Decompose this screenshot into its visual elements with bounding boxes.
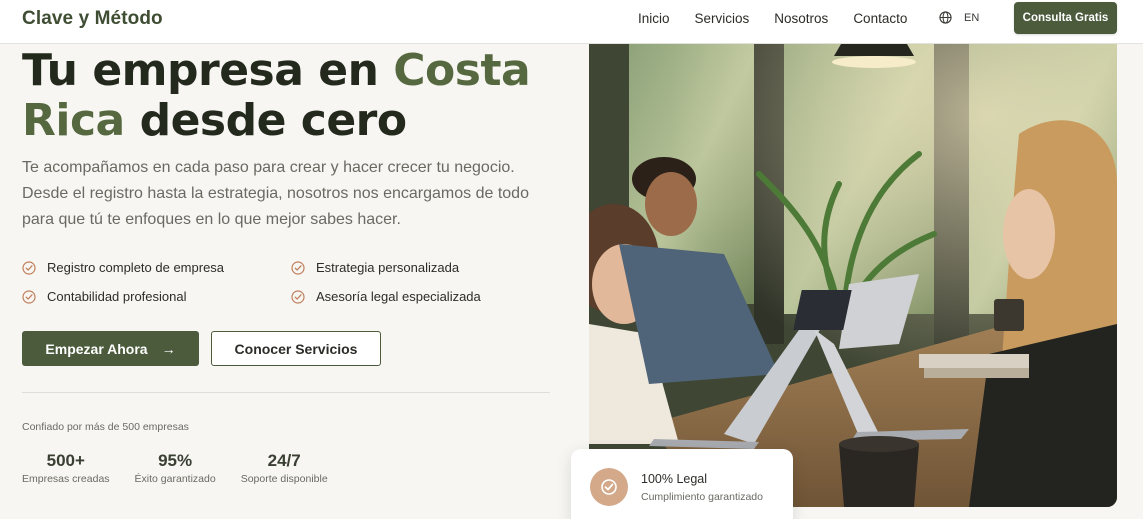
feature-label: Asesoría legal especializada (316, 289, 481, 304)
stat-value: 95% (158, 451, 193, 470)
badge-title: 100% Legal (641, 472, 708, 486)
feature-label: Contabilidad profesional (47, 289, 187, 304)
start-now-button[interactable]: Empezar Ahora → (22, 331, 199, 366)
nav-link-inicio[interactable]: Inicio (638, 12, 670, 26)
main-nav: Inicio Servicios Nosotros Contacto (638, 12, 932, 26)
nav-link-nosotros[interactable]: Nosotros (774, 12, 828, 26)
nav-link-servicios[interactable]: Servicios (695, 12, 750, 26)
stat-value: 500+ (46, 451, 85, 470)
feature-item: Registro completo de empresa (22, 258, 291, 277)
stat-label: Empresas creadas (22, 473, 110, 485)
view-services-button[interactable]: Conocer Servicios (211, 331, 381, 366)
office-scene-illustration (589, 44, 1117, 507)
check-circle-icon (22, 260, 36, 275)
stat-label: Soporte disponible (240, 473, 328, 485)
feature-list: Registro completo de empresa Estrategia … (22, 258, 542, 306)
hero-description: Te acompañamos en cada paso para crear y… (22, 159, 529, 228)
hero-photo (589, 44, 1117, 507)
brand-logo[interactable]: Clave y Método (22, 8, 163, 30)
hero-title-part2: desde cero (124, 95, 408, 146)
globe-icon (939, 11, 952, 24)
stats-row: 500+ Empresas creadas 95% Éxito garantiz… (22, 451, 353, 485)
check-badge-icon (590, 468, 628, 506)
trusted-text: Confiado por más de 500 empresas (22, 421, 189, 433)
stat-item: 500+ Empresas creadas (22, 451, 110, 485)
check-circle-icon (291, 289, 305, 304)
stat-item: 95% Éxito garantizado (135, 451, 216, 485)
badge-subtitle: Cumplimiento garantizado (641, 491, 763, 503)
feature-item: Contabilidad profesional (22, 287, 291, 306)
stat-item: 24/7 Soporte disponible (241, 451, 328, 485)
nav-link-contacto[interactable]: Contacto (853, 12, 907, 26)
site-header: Clave y Método Inicio Servicios Nosotros… (0, 0, 1143, 44)
language-switch[interactable]: EN (939, 11, 979, 24)
hero-title: Tu empresa en Costa Rica desde cero (22, 46, 562, 146)
feature-item: Estrategia personalizada (291, 258, 541, 277)
stat-label: Éxito garantizado (134, 473, 216, 485)
stat-value: 24/7 (267, 451, 301, 470)
feature-label: Estrategia personalizada (316, 260, 460, 275)
check-circle-icon (291, 260, 305, 275)
feature-label: Registro completo de empresa (47, 260, 225, 275)
feature-item: Asesoría legal especializada (291, 287, 541, 306)
hero-title-part1: Tu empresa en (22, 45, 394, 96)
start-now-label: Empezar Ahora (45, 340, 148, 357)
check-circle-icon (22, 289, 36, 304)
divider (22, 392, 550, 393)
language-label: EN (964, 11, 980, 24)
arrow-right-icon: → (161, 340, 176, 357)
legal-badge-card: 100% Legal Cumplimiento garantizado (571, 449, 793, 519)
free-consultation-button[interactable]: Consulta Gratis (1014, 2, 1117, 34)
